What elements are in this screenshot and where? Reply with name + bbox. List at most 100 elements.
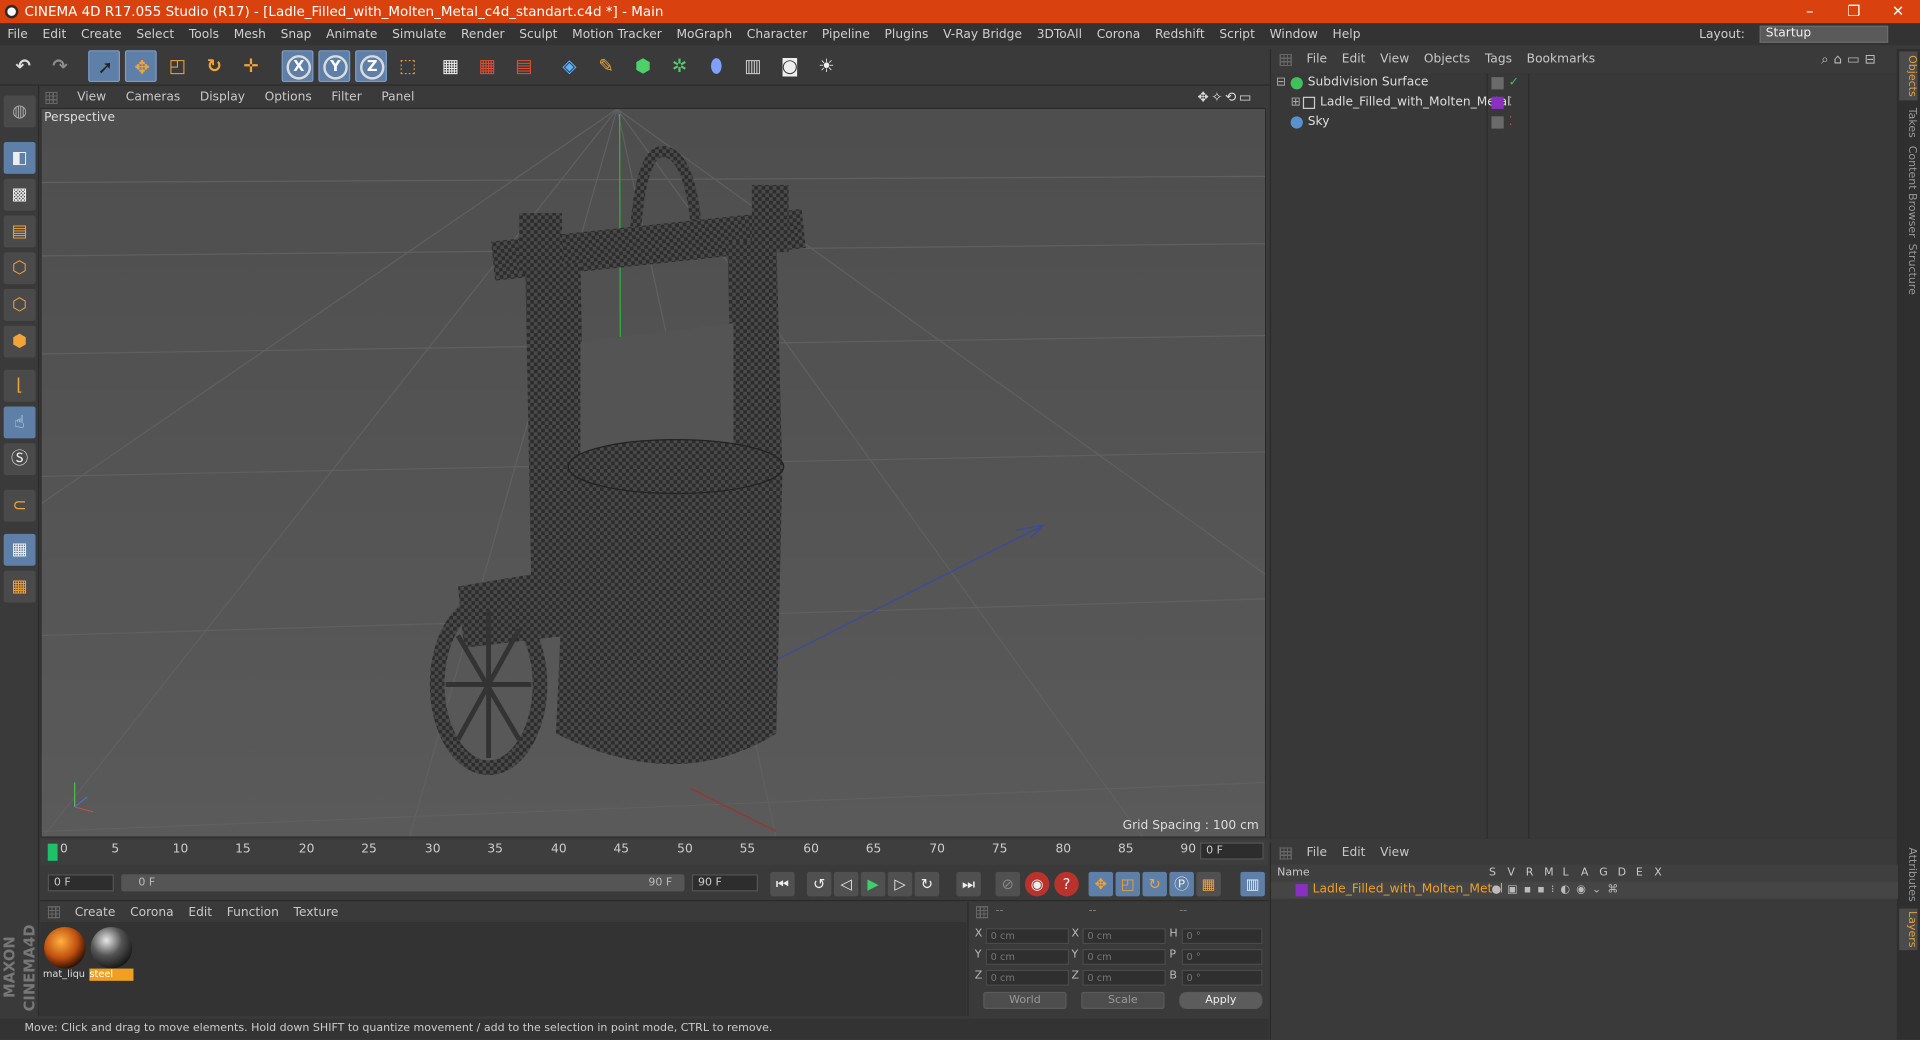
key-scale-icon[interactable]: ◰ xyxy=(1115,871,1141,897)
tab-content-browser[interactable]: Content Browser xyxy=(1899,144,1917,240)
solo-mode-icon[interactable]: Ⓢ xyxy=(3,443,36,476)
viewport-navigation-icons[interactable]: ✥✧⟲▭ xyxy=(1198,89,1254,105)
layer-color-swatch[interactable] xyxy=(1295,884,1308,897)
panel-grip-icon[interactable] xyxy=(45,91,58,104)
redo-icon[interactable]: ↷ xyxy=(44,50,76,82)
size-mode-dropdown[interactable]: Scale xyxy=(1081,991,1165,1009)
record-active-objects-icon[interactable]: ◉ xyxy=(1024,871,1050,897)
rotation-b-field[interactable]: 0 ° xyxy=(1181,969,1263,986)
pen-spline-icon[interactable]: ✎ xyxy=(590,50,622,82)
position-x-field[interactable]: 0 cm xyxy=(985,928,1069,945)
size-x-field[interactable]: 0 cm xyxy=(1082,928,1166,945)
layer-menu-file[interactable]: File xyxy=(1307,846,1327,859)
polygons-mode-icon[interactable]: ⬢ xyxy=(3,325,36,358)
panel-grip-icon[interactable] xyxy=(1279,53,1292,66)
menu-corona[interactable]: Corona xyxy=(1097,28,1141,41)
texture-mode-icon[interactable]: ▩ xyxy=(3,178,36,211)
size-z-field[interactable]: 0 cm xyxy=(1082,969,1166,986)
close-button[interactable]: ✕ xyxy=(1876,0,1920,23)
layer-tag-icon[interactable] xyxy=(1491,77,1504,90)
menu-create[interactable]: Create xyxy=(81,28,122,41)
om-search-home-icons[interactable]: ⌕⌂▭⊟ xyxy=(1821,51,1881,68)
menu-mograph[interactable]: MoGraph xyxy=(676,28,732,41)
menu-3dtoall[interactable]: 3DToAll xyxy=(1037,28,1082,41)
menu-file[interactable]: File xyxy=(7,28,27,41)
menu-vray-bridge[interactable]: V-Ray Bridge xyxy=(943,28,1022,41)
light-icon[interactable]: ☀ xyxy=(811,50,843,82)
menu-window[interactable]: Window xyxy=(1270,28,1318,41)
om-menu-view[interactable]: View xyxy=(1380,53,1409,66)
next-frame-icon[interactable]: ▷ xyxy=(887,871,913,897)
viewport-menu-filter[interactable]: Filter xyxy=(331,91,361,104)
3d-viewport[interactable]: Perspective Grid Spacing : 100 cm xyxy=(40,107,1267,838)
scale-icon[interactable]: ◰ xyxy=(162,50,194,82)
coordinate-system-icon[interactable]: ⬚ xyxy=(392,50,424,82)
key-pla-icon[interactable]: ▦ xyxy=(1196,871,1221,897)
viewport-menu-cameras[interactable]: Cameras xyxy=(126,91,180,104)
axis-mode-icon[interactable]: ⌊ xyxy=(3,369,36,402)
object-name[interactable]: Sky xyxy=(1308,113,1330,133)
menu-sculpt[interactable]: Sculpt xyxy=(519,28,557,41)
record-position-icon[interactable]: ⊘ xyxy=(995,871,1021,897)
points-mode-icon[interactable]: ⬡ xyxy=(3,252,36,285)
menu-mesh[interactable]: Mesh xyxy=(234,28,266,41)
undo-icon[interactable]: ↶ xyxy=(7,50,39,82)
subdivision-generator-icon[interactable]: ⬢ xyxy=(627,50,659,82)
material-menu-corona[interactable]: Corona xyxy=(130,906,174,919)
autokeying-icon[interactable]: ? xyxy=(1054,871,1079,897)
y-axis-lock-icon[interactable]: Y xyxy=(318,50,351,83)
tab-takes[interactable]: Takes xyxy=(1899,103,1917,142)
tab-objects[interactable]: Objects xyxy=(1899,51,1918,101)
menu-select[interactable]: Select xyxy=(136,28,174,41)
menu-edit[interactable]: Edit xyxy=(43,28,67,41)
om-menu-bookmarks[interactable]: Bookmarks xyxy=(1527,53,1595,66)
menu-motion-tracker[interactable]: Motion Tracker xyxy=(572,28,662,41)
edges-mode-icon[interactable]: ⬡ xyxy=(3,288,36,321)
menu-plugins[interactable]: Plugins xyxy=(885,28,929,41)
model-mode-icon[interactable]: ◧ xyxy=(3,142,36,174)
menu-simulate[interactable]: Simulate xyxy=(392,28,446,41)
workplane-snap-icon[interactable]: ▦ xyxy=(3,570,36,603)
om-menu-file[interactable]: File xyxy=(1307,53,1327,66)
viewport-menu-display[interactable]: Display xyxy=(200,91,245,104)
panel-grip-icon[interactable] xyxy=(1279,846,1292,859)
layer-row[interactable]: Ladle_Filled_with_Molten_Metal ●▣▪▪⁝◐◉⌄⌘ xyxy=(1271,881,1898,899)
rotation-p-field[interactable]: 0 ° xyxy=(1181,948,1263,965)
workplane-mode-icon[interactable]: ▤ xyxy=(3,215,36,248)
om-menu-edit[interactable]: Edit xyxy=(1342,53,1366,66)
end-frame-field[interactable]: 90 F xyxy=(691,874,758,892)
current-frame-field[interactable]: 0 F xyxy=(1200,842,1264,860)
restore-button[interactable]: ❐ xyxy=(1832,0,1876,23)
layout-dropdown[interactable]: Startup xyxy=(1759,25,1889,43)
material-menu-create[interactable]: Create xyxy=(75,906,116,919)
tab-attributes[interactable]: Attributes xyxy=(1899,842,1917,906)
layer-menu-edit[interactable]: Edit xyxy=(1342,846,1366,859)
panel-grip-icon[interactable] xyxy=(975,906,989,919)
tab-structure[interactable]: Structure xyxy=(1899,242,1917,296)
key-rotation-icon[interactable]: ↻ xyxy=(1142,871,1167,897)
expand-toggle-icon[interactable]: ⊞ xyxy=(1291,93,1301,113)
collapse-toggle-icon[interactable]: ⊟ xyxy=(1276,73,1286,93)
viewport-menu-options[interactable]: Options xyxy=(265,91,312,104)
viewport-menu-view[interactable]: View xyxy=(77,91,106,104)
key-position-icon[interactable]: ✥ xyxy=(1088,871,1114,897)
layer-tag-icon[interactable] xyxy=(1491,116,1504,129)
cloner-icon[interactable]: ✲ xyxy=(664,50,696,82)
rotation-h-field[interactable]: 0 ° xyxy=(1181,928,1263,945)
live-select-icon[interactable]: ✛ xyxy=(235,50,267,82)
om-menu-objects[interactable]: Objects xyxy=(1424,53,1470,66)
tab-layers[interactable]: Layers xyxy=(1899,908,1918,951)
render-settings-icon[interactable]: ▤ xyxy=(508,50,540,82)
apply-button[interactable]: Apply xyxy=(1179,991,1263,1009)
previous-key-icon[interactable]: ↺ xyxy=(806,871,832,897)
deformer-icon[interactable]: ⬮ xyxy=(700,50,732,82)
menu-snap[interactable]: Snap xyxy=(281,28,312,41)
menu-script[interactable]: Script xyxy=(1219,28,1255,41)
camera-icon[interactable]: ◙ xyxy=(774,50,806,82)
material-menu-texture[interactable]: Texture xyxy=(294,906,339,919)
object-row[interactable]: ⊟ Subdivision Surface ✓ xyxy=(1271,73,1895,93)
cube-primitive-icon[interactable]: ◈ xyxy=(553,50,585,82)
frame-range-slider[interactable]: 0 F 90 F xyxy=(121,874,685,892)
play-icon[interactable]: ▶ xyxy=(860,871,886,897)
move-icon[interactable]: ✥ xyxy=(124,50,157,83)
